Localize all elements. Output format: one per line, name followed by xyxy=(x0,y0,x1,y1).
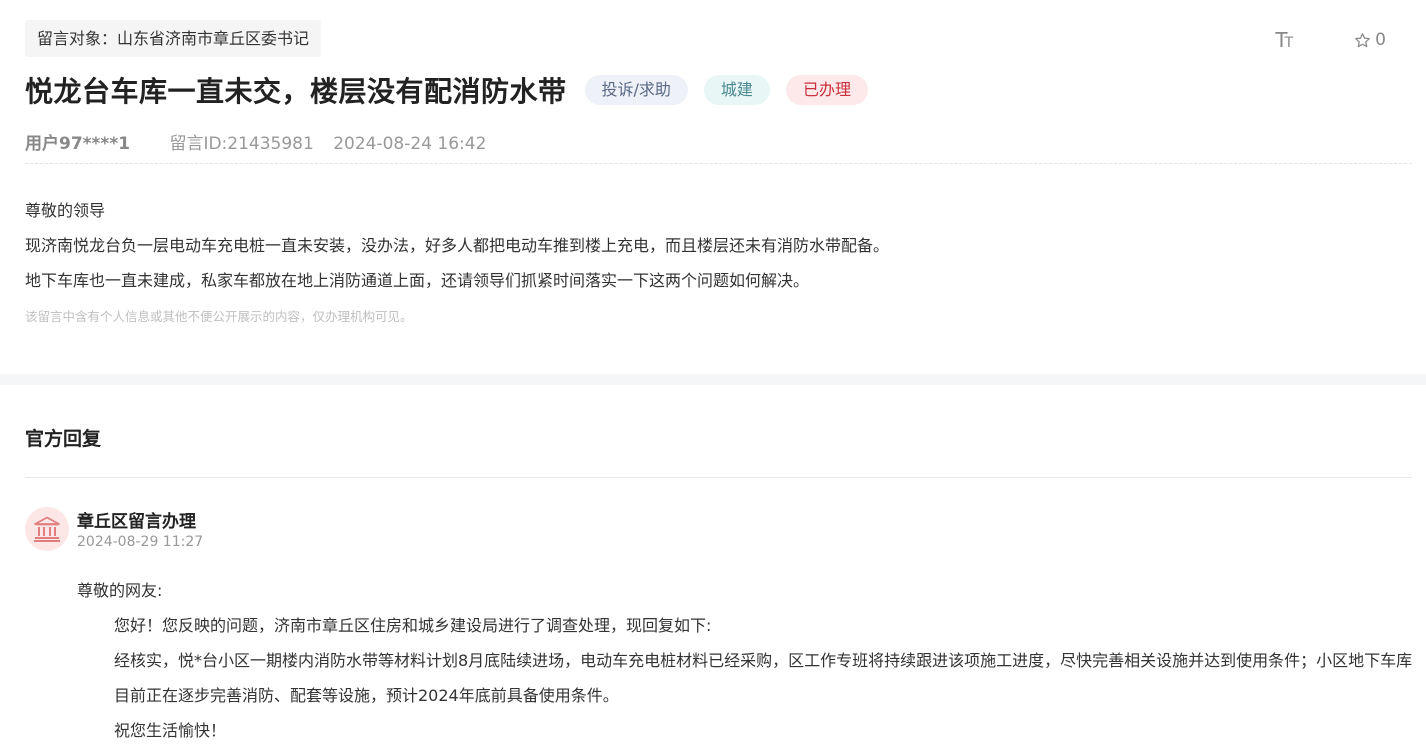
avatar xyxy=(25,507,69,551)
reply-paragraph: 经核实，悦*台小区一期楼内消防水带等材料计划8月底陆续进场，电动车充电桩材料已经… xyxy=(114,651,1413,705)
message-content: 尊敬的领导 现济南悦龙台负一层电动车充电桩一直未安装，没办法，好多人都把电动车推… xyxy=(25,193,889,298)
favorite-count: 0 xyxy=(1375,30,1386,50)
page-title: 悦龙台车库一直未交，楼层没有配消防水带 xyxy=(25,75,567,108)
tag-category[interactable]: 投诉/求助 xyxy=(584,75,688,105)
message-datetime: 2024-08-24 16:42 xyxy=(333,134,487,154)
message-meta: 用户97****1 留言ID:21435981 2024-08-24 16:42 xyxy=(25,129,486,154)
content-line: 地下车库也一直未建成，私家车都放在地上消防通道上面，还请领导们抓紧时间落实一下这… xyxy=(25,271,810,290)
reply-content: 尊敬的网友: 您好！您反映的问题，济南市章丘区住房和城乡建设局进行了调查处理，现… xyxy=(77,573,1417,748)
content-line: 现济南悦龙台负一层电动车充电桩一直未安装，没办法，好多人都把电动车推到楼上充电，… xyxy=(25,236,890,255)
tag-domain[interactable]: 城建 xyxy=(703,75,770,105)
message-id: 留言ID:21435981 xyxy=(169,134,314,154)
toolbar: TT 0 xyxy=(1275,28,1386,52)
divider xyxy=(25,477,1412,478)
reply-paragraph: 您好！您反映的问题，济南市章丘区住房和城乡建设局进行了调查处理，现回复如下: xyxy=(114,616,712,635)
reply-org-name: 章丘区留言办理 xyxy=(77,512,196,532)
reply-date: 2024-08-29 11:27 xyxy=(77,534,204,550)
star-icon xyxy=(1355,32,1371,47)
author-name: 用户97****1 xyxy=(25,134,131,154)
font-size-icon[interactable]: TT xyxy=(1275,28,1293,52)
status-badge: 已办理 xyxy=(785,75,868,105)
favorite-button[interactable]: 0 xyxy=(1354,30,1386,50)
content-line: 尊敬的领导 xyxy=(25,201,106,220)
government-building-icon xyxy=(34,516,60,542)
recipient-label: 留言对象：山东省济南市章丘区委书记 xyxy=(25,20,322,57)
section-separator xyxy=(0,374,1426,385)
reply-greeting: 尊敬的网友: xyxy=(77,581,163,600)
title-row: 悦龙台车库一直未交，楼层没有配消防水带 投诉/求助 城建 已办理 xyxy=(25,70,868,110)
reply-closing: 祝您生活愉快！ xyxy=(114,721,227,740)
divider xyxy=(25,163,1412,164)
privacy-notice: 该留言中含有个人信息或其他不便公开展示的内容，仅办理机构可见。 xyxy=(25,309,413,324)
reply-heading: 官方回复 xyxy=(25,428,102,450)
